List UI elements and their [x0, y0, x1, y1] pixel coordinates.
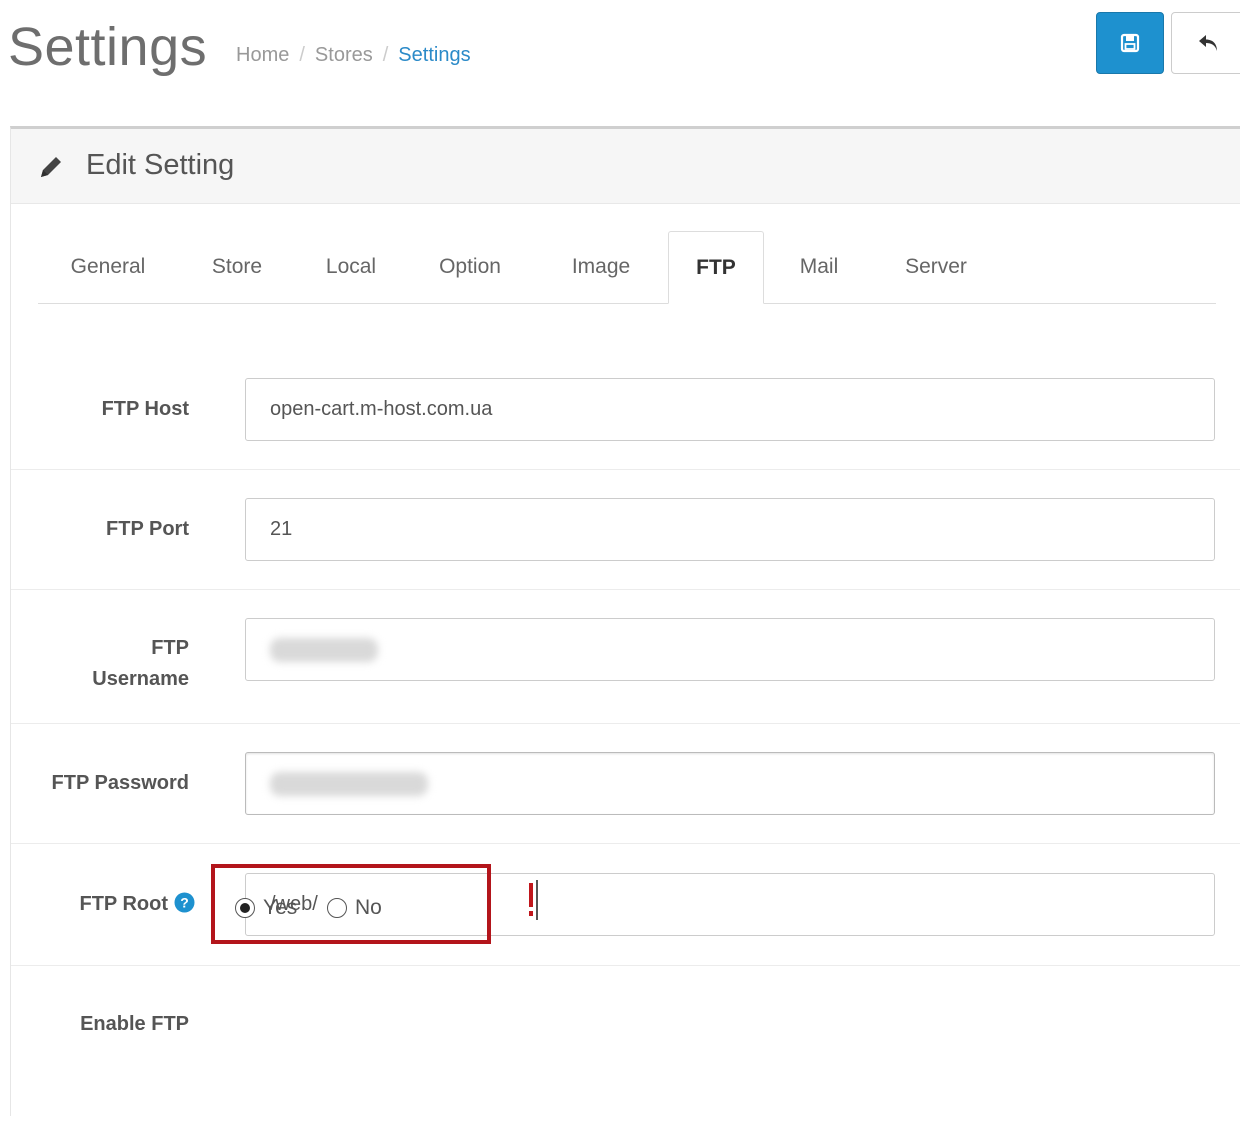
question-circle-icon[interactable]: ? — [174, 892, 195, 913]
tab-server[interactable]: Server — [874, 231, 998, 303]
back-button[interactable] — [1171, 12, 1240, 74]
breadcrumb-separator: / — [299, 44, 305, 66]
settings-tabs: General Store Local Option Image FTP Mai… — [38, 231, 1216, 304]
reply-icon — [1198, 35, 1217, 51]
panel-title: Edit Setting — [86, 149, 235, 181]
ftp-host-row: FTP Host open-cart.m-host.com.ua — [11, 345, 1240, 470]
enable-ftp-no-label: No — [355, 896, 382, 919]
pencil-icon — [41, 157, 61, 177]
ftp-username-label-line1: FTP — [151, 637, 189, 659]
ftp-username-label: FTP Username — [92, 633, 189, 695]
ftp-password-row: FTP Password — [11, 723, 1240, 844]
ftp-username-input[interactable] — [245, 618, 1215, 681]
breadcrumb-separator: / — [382, 44, 389, 66]
save-icon — [1120, 33, 1140, 53]
tab-local[interactable]: Local — [296, 231, 406, 303]
ftp-username-label-line2: Username — [92, 668, 189, 690]
tab-mail[interactable]: Mail — [764, 231, 874, 303]
panel-heading: Edit Setting — [11, 129, 1240, 204]
breadcrumb-stores[interactable]: Stores — [315, 44, 373, 66]
ftp-port-input[interactable]: 21 — [245, 498, 1215, 561]
redacted-password — [270, 771, 428, 796]
enable-ftp-label: Enable FTP — [80, 1013, 189, 1035]
svg-text:?: ? — [180, 895, 189, 911]
page-title: Settings — [8, 17, 208, 77]
ftp-port-label: FTP Port — [106, 518, 189, 540]
ftp-username-row: FTP Username — [11, 589, 1240, 724]
exclamation-icon — [529, 880, 538, 920]
ftp-root-row: FTP Root? /web/ — [11, 843, 1240, 966]
ftp-password-label: FTP Password — [51, 772, 189, 794]
enable-ftp-yes-label: Yes — [263, 896, 298, 919]
breadcrumb: Home / Stores / Settings — [236, 44, 471, 67]
enable-ftp-highlight-box: Yes No — [211, 864, 491, 944]
save-button[interactable] — [1096, 12, 1164, 74]
enable-ftp-yes-option[interactable]: Yes — [235, 896, 297, 920]
edit-setting-panel: Edit Setting General Store Local Option … — [10, 126, 1240, 1116]
ftp-root-label: FTP Root? — [79, 889, 195, 920]
tab-ftp[interactable]: FTP — [668, 231, 764, 304]
breadcrumb-home[interactable]: Home — [236, 44, 289, 66]
redacted-username — [270, 637, 378, 662]
enable-ftp-no-radio[interactable] — [327, 898, 347, 918]
enable-ftp-row: Enable FTP — [11, 965, 1240, 1125]
ftp-host-label: FTP Host — [101, 398, 189, 420]
ftp-port-row: FTP Port 21 — [11, 469, 1240, 590]
tab-general[interactable]: General — [38, 231, 178, 303]
tab-image[interactable]: Image — [534, 231, 668, 303]
enable-ftp-no-option[interactable]: No — [327, 896, 382, 920]
ftp-root-label-text: FTP Root — [79, 893, 168, 915]
ftp-password-input[interactable] — [245, 752, 1215, 815]
enable-ftp-yes-radio[interactable] — [235, 898, 255, 918]
tab-store[interactable]: Store — [178, 231, 296, 303]
breadcrumb-settings[interactable]: Settings — [398, 44, 470, 66]
ftp-host-input[interactable]: open-cart.m-host.com.ua — [245, 378, 1215, 441]
tab-option[interactable]: Option — [406, 231, 534, 303]
